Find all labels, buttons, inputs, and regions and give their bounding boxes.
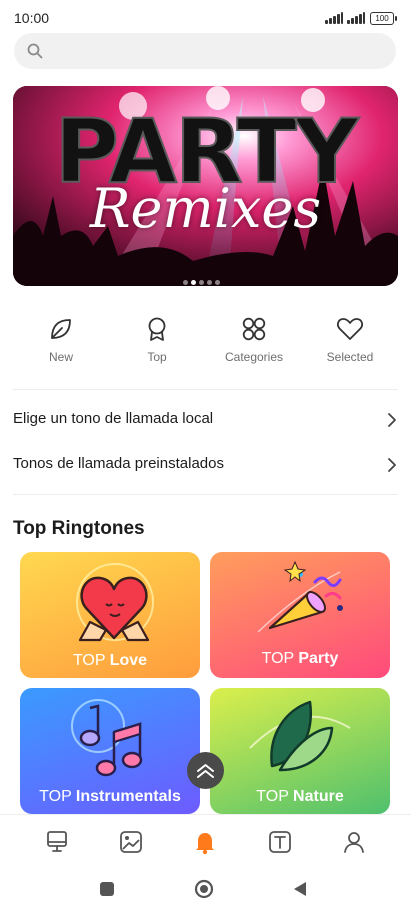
heart-icon <box>337 318 363 340</box>
profile-icon[interactable] <box>341 829 367 855</box>
card-label-name: Instrumentals <box>75 788 181 805</box>
grid-categories-icon <box>242 317 266 341</box>
link-label: Elige un tono de llamada local <box>13 410 214 427</box>
chevron-right-icon <box>388 413 396 427</box>
card-label-name: Nature <box>293 788 344 805</box>
award-ribbon-icon <box>148 317 166 341</box>
carousel-dot <box>207 280 212 285</box>
link-label: Tonos de llamada preinstalados <box>13 455 224 472</box>
quick-action-categories[interactable]: Categories <box>208 316 300 364</box>
bottom-navigation <box>0 814 411 871</box>
link-preinstalled-ringtones[interactable]: Tonos de llamada preinstalados <box>13 445 398 485</box>
section-title: Top Ringtones <box>13 518 145 539</box>
quick-action-label: Selected <box>326 350 374 364</box>
carousel-dot <box>215 280 220 285</box>
search-icon <box>27 43 43 59</box>
quick-action-label: New <box>48 350 73 364</box>
card-top-nature[interactable]: TOP Nature <box>210 688 390 814</box>
quick-action-new[interactable]: New <box>15 316 107 364</box>
chevron-right-icon <box>388 458 396 472</box>
battery-icon: 100 <box>370 12 397 25</box>
divider <box>13 389 398 390</box>
image-icon[interactable] <box>118 829 144 855</box>
card-label-name: Party <box>298 650 339 667</box>
card-label: TOP Nature <box>210 788 390 806</box>
bell-icon[interactable] <box>192 829 218 855</box>
back-icon[interactable] <box>292 881 308 897</box>
quick-action-top[interactable]: Top <box>111 316 203 364</box>
carousel-dot <box>199 280 204 285</box>
signal-icon <box>325 12 343 24</box>
home-icon[interactable] <box>194 879 214 899</box>
card-label: TOP Party <box>210 650 390 668</box>
divider <box>13 494 398 495</box>
quick-action-label: Categories <box>224 350 284 364</box>
card-label: TOP Love <box>20 652 200 670</box>
leaf-icon <box>51 319 71 339</box>
wallpaper-icon[interactable] <box>44 829 70 855</box>
link-local-ringtone[interactable]: Elige un tono de llamada local <box>13 400 398 440</box>
scroll-to-top-button[interactable] <box>187 752 224 789</box>
quick-action-label: Top <box>147 350 167 364</box>
card-label-prefix: TOP <box>39 788 72 805</box>
carousel-dot <box>183 280 188 285</box>
card-top-love[interactable]: TOP Love <box>20 552 200 678</box>
card-top-instrumentals[interactable]: TOP Instrumentals <box>20 688 200 814</box>
signal-icon-2 <box>347 12 365 24</box>
system-navigation-bar <box>0 870 411 914</box>
card-label-prefix: TOP <box>72 652 106 669</box>
promo-banner[interactable]: PARTY Remixes <box>13 86 398 286</box>
status-time: 10:00 <box>14 10 50 26</box>
card-top-party[interactable]: TOP Party <box>210 552 390 678</box>
card-label: TOP Instrumentals <box>20 788 200 806</box>
card-label-prefix: TOP <box>256 788 289 805</box>
quick-action-selected[interactable]: Selected <box>304 316 396 364</box>
carousel-dot-active <box>191 280 196 285</box>
card-label-name: Love <box>109 652 148 669</box>
card-label-prefix: TOP <box>261 650 294 667</box>
double-chevron-up-icon <box>197 764 214 778</box>
recent-apps-icon[interactable] <box>99 881 115 897</box>
search-bar[interactable] <box>14 33 396 71</box>
search-input[interactable] <box>54 33 388 71</box>
text-icon[interactable] <box>267 829 293 855</box>
carousel-dots <box>183 272 223 285</box>
banner-subtitle: Remixes <box>89 177 322 240</box>
